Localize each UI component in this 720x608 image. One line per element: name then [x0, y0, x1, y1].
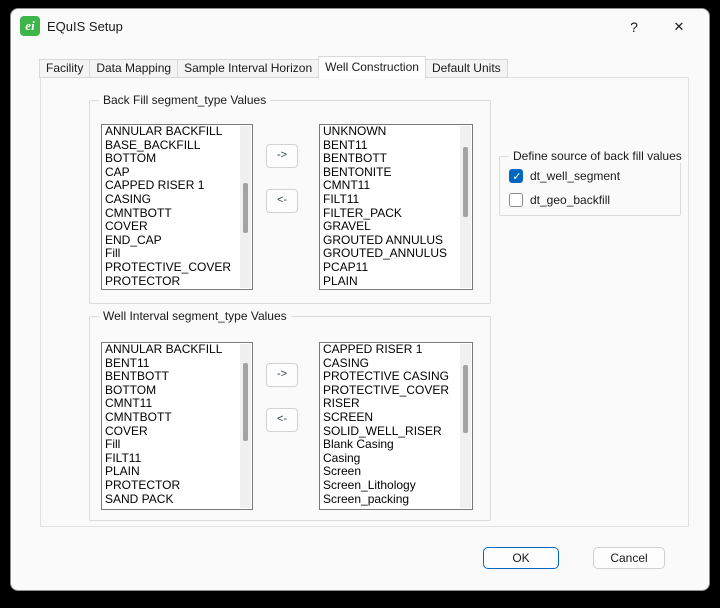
- list-option[interactable]: FILTER_PACK: [320, 206, 472, 221]
- tab[interactable]: Well Construction: [318, 56, 426, 79]
- list-option[interactable]: GROUTED_ANNULUS: [320, 247, 472, 261]
- tab[interactable]: Sample Interval Horizon: [177, 59, 320, 78]
- tab[interactable]: Data Mapping: [89, 59, 179, 78]
- list-option[interactable]: PROTECTOR: [102, 478, 252, 493]
- equis-setup-dialog: ei EQuIS Setup ? ✕ Facility Data Mapping…: [10, 8, 710, 591]
- list-option[interactable]: BENTBOTT: [320, 152, 472, 166]
- list-option[interactable]: FILT11: [102, 451, 252, 466]
- vertical-scrollbar[interactable]: [240, 126, 251, 288]
- list-option[interactable]: SAND PACK: [102, 492, 252, 507]
- well-interval-available-listbox[interactable]: ANNULAR BACKFILL BENT11 BENTBOTT BOTTOM CMNT…: [101, 342, 253, 510]
- back-fill-move-left-button[interactable]: <-: [266, 189, 298, 213]
- scrollbar-thumb[interactable]: [243, 183, 248, 233]
- checkbox-icon[interactable]: [509, 168, 524, 184]
- back-fill-selected-listbox[interactable]: UNKNOWN BENT11 BENTBOTT BENTONITE CMNT11 FILT…: [319, 124, 473, 290]
- window-title: EQuIS Setup: [47, 19, 123, 34]
- list-option[interactable]: FILT11: [320, 192, 472, 207]
- list-option[interactable]: CAP: [102, 165, 252, 180]
- list-option[interactable]: GRAVEL: [320, 220, 472, 234]
- back-fill-group-title: Back Fill segment_type Values: [99, 93, 271, 107]
- screenshot-background: ei EQuIS Setup ? ✕ Facility Data Mapping…: [0, 0, 720, 608]
- source-groupbox: Define source of back fill values dt_wel…: [499, 149, 686, 216]
- vertical-scrollbar[interactable]: [460, 126, 471, 288]
- list-option[interactable]: GROUTED ANNULUS: [320, 233, 472, 248]
- list-option[interactable]: Screen: [320, 465, 472, 479]
- vertical-scrollbar[interactable]: [460, 344, 471, 508]
- list-option[interactable]: BOTTOM: [102, 152, 252, 166]
- list-option[interactable]: BENTBOTT: [102, 370, 252, 384]
- tab-strip: Facility Data Mapping Sample Interval Ho…: [39, 55, 508, 79]
- list-option[interactable]: UNKNOWN: [320, 125, 472, 139]
- list-option[interactable]: COVER: [102, 424, 252, 439]
- list-option[interactable]: Fill: [102, 247, 252, 261]
- tab[interactable]: Facility: [39, 59, 91, 78]
- list-option[interactable]: CASING: [320, 356, 472, 371]
- list-option[interactable]: CASING: [102, 192, 252, 207]
- help-button[interactable]: ?: [614, 11, 654, 43]
- cancel-button[interactable]: Cancel: [593, 547, 665, 569]
- source-checkbox-list: dt_well_segment dt_geo_backfill: [509, 168, 676, 216]
- tab[interactable]: Default Units: [424, 59, 508, 78]
- list-option[interactable]: ANNULAR BACKFILL: [102, 343, 252, 357]
- list-option[interactable]: Casing: [320, 451, 472, 466]
- list-option[interactable]: Screen_packing: [320, 492, 472, 507]
- checkbox-label: dt_geo_backfill: [530, 192, 611, 207]
- list-option[interactable]: BENTONITE: [320, 165, 472, 180]
- close-button[interactable]: ✕: [659, 11, 699, 43]
- well-interval-selected-listbox[interactable]: CAPPED RISER 1 CASING PROTECTIVE CASING PRO…: [319, 342, 473, 510]
- list-option[interactable]: SCREEN: [320, 410, 472, 425]
- list-option[interactable]: PROTECTIVE_COVER: [320, 383, 472, 398]
- list-option[interactable]: Fill: [102, 438, 252, 452]
- list-option[interactable]: PROTECTIVE_COVER: [102, 260, 252, 275]
- list-option[interactable]: Screen_Lithology: [320, 478, 472, 493]
- list-option[interactable]: CMNT11: [102, 397, 252, 411]
- list-option[interactable]: Blank Casing: [320, 438, 472, 452]
- well-interval-move-left-button[interactable]: <-: [266, 408, 298, 432]
- vertical-scrollbar[interactable]: [240, 344, 251, 508]
- list-option[interactable]: CMNT11: [320, 179, 472, 193]
- checkbox-icon[interactable]: [509, 192, 523, 207]
- back-fill-available-listbox[interactable]: ANNULAR BACKFILL BASE_BACKFILL BOTTOM CAP CA…: [101, 124, 253, 290]
- scrollbar-thumb[interactable]: [463, 147, 468, 217]
- list-option[interactable]: RISER: [320, 397, 472, 411]
- list-option[interactable]: SOLID_WELL_RISER: [320, 424, 472, 439]
- list-option[interactable]: CAPPED RISER 1: [320, 343, 472, 357]
- list-option[interactable]: BASE_BACKFILL: [102, 138, 252, 153]
- list-option[interactable]: PCAP11: [320, 260, 472, 275]
- list-option[interactable]: PLAIN: [102, 465, 252, 479]
- list-option[interactable]: BOTTOM: [102, 383, 252, 398]
- equis-app-icon: ei: [20, 16, 40, 36]
- ok-button[interactable]: OK: [483, 547, 559, 569]
- list-option[interactable]: CMNTBOTT: [102, 410, 252, 425]
- well-interval-move-right-button[interactable]: ->: [266, 363, 298, 387]
- checkbox-label: dt_well_segment: [530, 168, 621, 183]
- list-option[interactable]: PLAIN: [320, 274, 472, 289]
- checkbox-row[interactable]: dt_geo_backfill: [509, 192, 676, 207]
- list-option[interactable]: PROTECTOR: [102, 274, 252, 289]
- list-option[interactable]: BENT11: [102, 356, 252, 371]
- well-interval-group-title: Well Interval segment_type Values: [99, 309, 291, 323]
- list-option[interactable]: COVER: [102, 220, 252, 234]
- checkbox-row[interactable]: dt_well_segment: [509, 168, 676, 184]
- list-option[interactable]: CAPPED RISER 1: [102, 179, 252, 193]
- list-option[interactable]: ANNULAR BACKFILL: [102, 125, 252, 139]
- list-option[interactable]: BENT11: [320, 138, 472, 153]
- titlebar[interactable]: ei EQuIS Setup ? ✕: [11, 9, 709, 54]
- list-option[interactable]: CMNTBOTT: [102, 206, 252, 221]
- scrollbar-thumb[interactable]: [463, 365, 468, 433]
- back-fill-move-right-button[interactable]: ->: [266, 144, 298, 168]
- scrollbar-thumb[interactable]: [243, 363, 248, 441]
- list-option[interactable]: PROTECTIVE CASING: [320, 370, 472, 384]
- list-option[interactable]: END_CAP: [102, 233, 252, 248]
- source-group-title: Define source of back fill values: [509, 149, 686, 163]
